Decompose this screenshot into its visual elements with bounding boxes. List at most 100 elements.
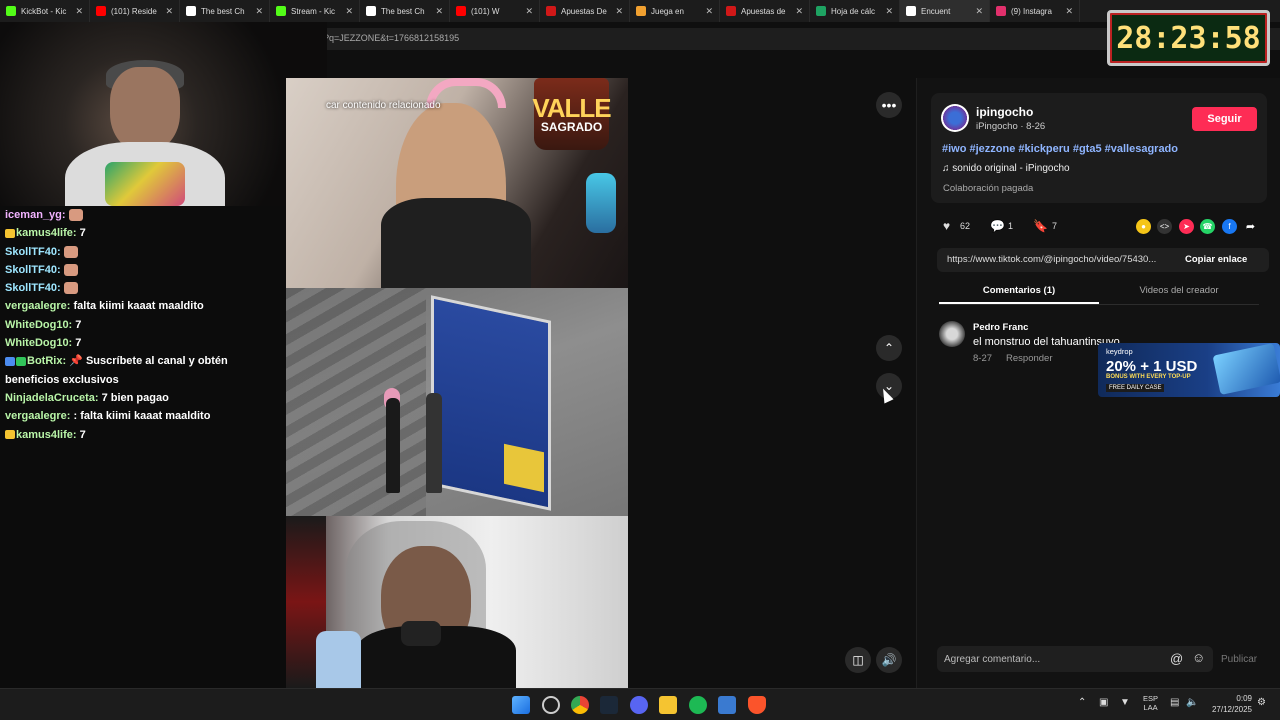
reply-button[interactable]: Responder bbox=[1006, 353, 1052, 364]
calculator-icon[interactable] bbox=[718, 696, 736, 714]
video-player[interactable]: car contenido relacionado ⚲ VALLE SAGRAD… bbox=[286, 78, 628, 688]
tab-comments[interactable]: Comentarios (1) bbox=[939, 285, 1099, 296]
more-options-icon[interactable]: ••• bbox=[876, 92, 902, 118]
tab-favicon-icon bbox=[816, 6, 826, 16]
browser-tab[interactable]: Juega en ✕ bbox=[630, 0, 720, 22]
webcam-figure-head bbox=[110, 67, 180, 152]
browser-tab[interactable]: (101) W ✕ bbox=[450, 0, 540, 22]
tab-close-icon[interactable]: ✕ bbox=[345, 6, 353, 17]
tab-close-icon[interactable]: ✕ bbox=[255, 6, 263, 17]
send-icon[interactable]: ➤ bbox=[1179, 219, 1194, 234]
embed-icon[interactable]: <> bbox=[1157, 219, 1172, 234]
browser-tab[interactable]: KickBot - Kic ✕ bbox=[0, 0, 90, 22]
start-icon[interactable] bbox=[512, 696, 530, 714]
notification-icon[interactable]: ⚙ bbox=[1257, 697, 1266, 708]
crown-badge-icon bbox=[5, 430, 15, 440]
miniplayer-icon[interactable]: ◫ bbox=[845, 647, 871, 673]
brave-icon[interactable] bbox=[748, 696, 766, 714]
tray-chevron-up-icon[interactable]: ⌃ bbox=[1078, 697, 1086, 708]
game-cart-bin bbox=[504, 443, 544, 493]
copy-link-button[interactable]: Copiar enlace bbox=[1185, 254, 1247, 265]
post-actions: ♥ 62 💬 1 🔖 7 ● <> ➤ ☎ f ➦ bbox=[939, 219, 1269, 235]
chat-username[interactable]: vergaalegre: bbox=[5, 410, 70, 422]
whatsapp-icon[interactable]: ☎ bbox=[1200, 219, 1215, 234]
volume-icon[interactable]: 🔊 bbox=[876, 647, 902, 673]
chat-username[interactable]: NinjadelaCruceta: bbox=[5, 392, 99, 404]
mention-icon[interactable]: @ bbox=[1170, 651, 1183, 666]
browser-tab[interactable]: The best Ch ✕ bbox=[180, 0, 270, 22]
tab-close-icon[interactable]: ✕ bbox=[525, 6, 533, 17]
like-icon[interactable]: ♥ bbox=[943, 219, 950, 233]
chat-message: SkollTF40: bbox=[5, 261, 281, 279]
bookmark-icon[interactable]: 🔖 bbox=[1033, 219, 1048, 233]
commenter-avatar[interactable] bbox=[939, 321, 965, 347]
address-url[interactable]: ?q=JEZZONE&t=1766812158195 bbox=[324, 33, 459, 43]
browser-tab[interactable]: Encuent ✕ bbox=[900, 0, 990, 22]
browser-tab[interactable]: Hoja de cálc ✕ bbox=[810, 0, 900, 22]
author-avatar[interactable] bbox=[941, 104, 969, 132]
windows-taskbar: ⌃ ▣ ▼ ESP LAA ▤ 🔈 0:09 27/12/2025 ⚙ bbox=[0, 688, 1280, 720]
tab-close-icon[interactable]: ✕ bbox=[705, 6, 713, 17]
tab-close-icon[interactable]: ✕ bbox=[75, 6, 83, 17]
chevron-up-icon[interactable]: ⌃ bbox=[876, 335, 902, 361]
browser-tab[interactable]: The best Ch ✕ bbox=[360, 0, 450, 22]
chat-username[interactable]: BotRix: bbox=[27, 355, 66, 367]
publish-button[interactable]: Publicar bbox=[1221, 654, 1257, 665]
browser-tab[interactable]: (101) Reside ✕ bbox=[90, 0, 180, 22]
share-link-url[interactable]: https://www.tiktok.com/@ipingocho/video/… bbox=[947, 254, 1169, 265]
chat-message: vergaalegre: falta kiimi kaaat maaldito bbox=[5, 297, 281, 315]
browser-tab[interactable]: Stream - Kic ✕ bbox=[270, 0, 360, 22]
discord-icon[interactable] bbox=[630, 696, 648, 714]
chat-username[interactable]: WhiteDog10: bbox=[5, 319, 72, 331]
browser-tab[interactable]: Apuestas de ✕ bbox=[720, 0, 810, 22]
tab-title: KickBot - Kic bbox=[21, 6, 67, 16]
tab-close-icon[interactable]: ✕ bbox=[795, 6, 803, 17]
folder-icon[interactable] bbox=[659, 696, 677, 714]
author-username[interactable]: ipingocho bbox=[976, 105, 1033, 119]
tab-close-icon[interactable]: ✕ bbox=[615, 6, 623, 17]
network-icon[interactable]: ▤ bbox=[1170, 697, 1179, 708]
chat-username[interactable]: SkollTF40: bbox=[5, 264, 61, 276]
chat-username[interactable]: kamus4life: bbox=[16, 429, 77, 441]
tray-mic-icon[interactable]: ▼ bbox=[1120, 697, 1130, 708]
chat-username[interactable]: SkollTF40: bbox=[5, 282, 61, 294]
comment-icon[interactable]: 💬 bbox=[990, 219, 1005, 233]
tab-close-icon[interactable]: ✕ bbox=[165, 6, 173, 17]
share-arrow-icon[interactable]: ➦ bbox=[1243, 219, 1258, 234]
tray-app-icon[interactable]: ▣ bbox=[1099, 697, 1108, 708]
chat-message: iceman_yg: bbox=[5, 206, 281, 224]
tab-close-icon[interactable]: ✕ bbox=[975, 6, 983, 17]
tab-close-icon[interactable]: ✕ bbox=[1065, 6, 1073, 17]
chat-username[interactable]: SkollTF40: bbox=[5, 246, 61, 258]
post-hashtags[interactable]: #iwo #jezzone #kickperu #gta5 #vallesagr… bbox=[942, 143, 1178, 155]
chat-username[interactable]: kamus4life: bbox=[16, 227, 77, 239]
tab-close-icon[interactable]: ✕ bbox=[885, 6, 893, 17]
tab-favicon-icon bbox=[546, 6, 556, 16]
system-clock[interactable]: 0:09 27/12/2025 bbox=[1204, 693, 1252, 715]
chat-username[interactable]: vergaalegre: bbox=[5, 300, 70, 312]
chat-username[interactable]: WhiteDog10: bbox=[5, 337, 72, 349]
tab-creator-videos[interactable]: Videos del creador bbox=[1099, 285, 1259, 296]
speaker-icon[interactable]: 🔈 bbox=[1186, 697, 1198, 708]
follow-button[interactable]: Seguir bbox=[1192, 107, 1257, 131]
browser-tab[interactable]: Apuestas De ✕ bbox=[540, 0, 630, 22]
commenter-name[interactable]: Pedro Franc bbox=[973, 322, 1028, 333]
chat-username[interactable]: iceman_yg: bbox=[5, 209, 66, 221]
language-indicator[interactable]: ESP LAA bbox=[1143, 694, 1158, 712]
emoji-icon[interactable]: ☺ bbox=[1192, 650, 1205, 665]
ad-headline: 20% + 1 USD bbox=[1106, 358, 1198, 375]
tab-favicon-icon bbox=[96, 6, 106, 16]
facebook-icon[interactable]: f bbox=[1222, 219, 1237, 234]
tab-close-icon[interactable]: ✕ bbox=[435, 6, 443, 17]
steam-icon[interactable] bbox=[600, 696, 618, 714]
ad-cta: FREE DAILY CASE bbox=[1106, 384, 1165, 392]
browser-tab[interactable]: (9) Instagra ✕ bbox=[990, 0, 1080, 22]
tab-title: Juega en bbox=[651, 6, 684, 16]
spotify-icon[interactable] bbox=[689, 696, 707, 714]
tab-title: Apuestas de bbox=[741, 6, 786, 16]
post-sound[interactable]: ♫ sonido original - iPingocho bbox=[942, 163, 1070, 174]
app-icon-1[interactable] bbox=[542, 696, 560, 714]
comment-meta: 8-27 Responder bbox=[973, 353, 1053, 364]
coin-share-icon[interactable]: ● bbox=[1136, 219, 1151, 234]
chrome-icon[interactable] bbox=[571, 696, 589, 714]
